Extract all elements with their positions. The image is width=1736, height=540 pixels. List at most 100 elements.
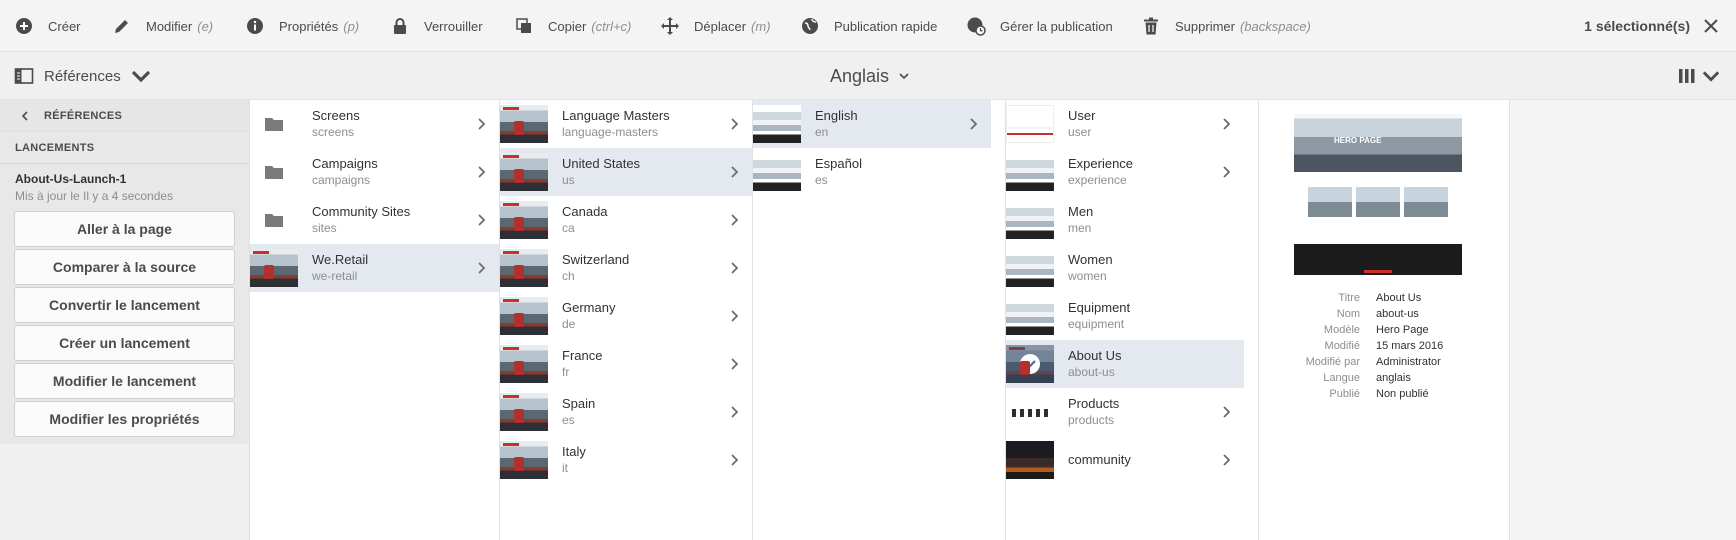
chevron-right-icon [1223, 166, 1231, 178]
column-countries: Language Masters language-masters United … [499, 100, 752, 540]
chevron-right-icon [731, 454, 739, 466]
delete-button[interactable]: Supprimer (backspace) [1141, 0, 1311, 52]
chevron-left-icon [21, 110, 28, 121]
column-item-italy[interactable]: Italy it [500, 436, 752, 484]
page-thumbnail [500, 297, 548, 335]
item-title: Screens [312, 108, 360, 123]
close-icon[interactable] [1702, 17, 1720, 35]
chevron-right-icon [1223, 454, 1231, 466]
column-pages: User user Experience experience Men men Wom… [1005, 100, 1258, 540]
column-item-united-states[interactable]: United States us [500, 148, 752, 196]
launches-section-title: LANCEMENTS [0, 132, 249, 164]
edit-properties-button[interactable]: Modifier les propriétés [14, 401, 235, 437]
meta-key: Langue [1323, 372, 1360, 384]
language-label: Anglais [830, 65, 890, 86]
page-thumbnail [1006, 249, 1054, 287]
create-label: Créer [48, 18, 81, 34]
view-switcher[interactable] [1678, 52, 1720, 100]
copy-shortcut-hint: (ctrl+c) [591, 18, 632, 34]
item-title: English [815, 108, 858, 123]
preview-hero-title: HERO PAGE [1334, 136, 1382, 145]
globe-icon [802, 18, 818, 34]
column-item-community[interactable]: community [1006, 436, 1244, 484]
page-thumbnail [753, 153, 801, 191]
column-item-switzerland[interactable]: Switzerland ch [500, 244, 752, 292]
item-name: products [1068, 413, 1115, 427]
column-item-spain[interactable]: Spain es [500, 388, 752, 436]
chevron-right-icon [731, 262, 739, 274]
column-item-france[interactable]: France fr [500, 340, 752, 388]
rail-toggle-button[interactable]: Références [14, 52, 161, 100]
column-item-about-us[interactable]: About Us about-us [1006, 340, 1244, 388]
item-title: We.Retail [312, 252, 369, 267]
copy-button[interactable]: Copier (ctrl+c) [514, 0, 631, 52]
move-button[interactable]: Déplacer (m) [660, 0, 771, 52]
page-thumbnail [1006, 441, 1054, 479]
language-selector[interactable]: Anglais [830, 52, 909, 100]
info-icon [247, 18, 263, 34]
meta-key: Titre [1338, 292, 1360, 304]
item-title: User [1068, 108, 1096, 123]
column-item-products[interactable]: Products products [1006, 388, 1244, 436]
chevron-down-icon [131, 70, 150, 83]
column-item-english[interactable]: English en [753, 100, 991, 148]
column-item-experience[interactable]: Experience experience [1006, 148, 1244, 196]
preview-card [1356, 187, 1400, 217]
chevron-right-icon [731, 118, 739, 130]
secondary-bar: Références Anglais [0, 52, 1736, 100]
edit-shortcut-hint: (e) [197, 18, 214, 34]
column-item-we-retail[interactable]: We.Retail we-retail [250, 244, 499, 292]
properties-button[interactable]: Propriétés (p) [245, 0, 359, 52]
column-item-community-sites[interactable]: Community Sites sites [250, 196, 499, 244]
column-item-user[interactable]: User user [1006, 100, 1244, 148]
convert-launch-button[interactable]: Convertir le lancement [14, 287, 235, 323]
column-item-women[interactable]: Women women [1006, 244, 1244, 292]
manage-publication-button[interactable]: Gérer la publication [966, 0, 1113, 52]
compare-to-source-button[interactable]: Comparer à la source [14, 249, 235, 285]
column-item-campaigns[interactable]: Campaigns campaigns [250, 148, 499, 196]
meta-key: Modifié [1324, 340, 1360, 352]
item-name: de [562, 317, 576, 331]
item-name: men [1068, 221, 1092, 235]
selection-count: 1 sélectionné(s) [1584, 18, 1690, 34]
column-item-germany[interactable]: Germany de [500, 292, 752, 340]
lock-button[interactable]: Verrouiller [390, 0, 483, 52]
item-title: Campaigns [312, 156, 378, 171]
column-item-equipment[interactable]: Equipment equipment [1006, 292, 1244, 340]
chevron-right-icon [1223, 118, 1231, 130]
go-to-page-button[interactable]: Aller à la page [14, 211, 235, 247]
properties-shortcut-hint: (p) [343, 18, 360, 34]
column-item-canada[interactable]: Canada ca [500, 196, 752, 244]
column-item-language-masters[interactable]: Language Masters language-masters [500, 100, 752, 148]
column-item-screens[interactable]: Screens screens [250, 100, 499, 148]
column-item-men[interactable]: Men men [1006, 196, 1244, 244]
references-back-link[interactable]: RÉFÉRENCES [0, 100, 249, 132]
edit-button[interactable]: Modifier (e) [112, 0, 213, 52]
edit-launch-button[interactable]: Modifier le lancement [14, 363, 235, 399]
preview-footer-bar [1364, 270, 1392, 273]
item-name: we-retail [312, 269, 358, 283]
page-thumbnail [500, 201, 548, 239]
create-button[interactable]: Créer [14, 0, 81, 52]
item-name: campaigns [312, 173, 371, 187]
item-name: women [1068, 269, 1107, 283]
meta-key: Nom [1336, 308, 1360, 320]
item-name: equipment [1068, 317, 1125, 331]
column-item-espanol[interactable]: Español es [753, 148, 1005, 196]
item-title: Español [815, 156, 862, 171]
chevron-right-icon [478, 166, 486, 178]
page-thumbnail [1006, 297, 1054, 335]
item-name: us [562, 173, 575, 187]
plus-circle-icon [16, 18, 32, 34]
move-shortcut-hint: (m) [751, 18, 771, 34]
meta-row: Publié Non publié [1259, 386, 1510, 402]
lock-label: Verrouiller [424, 18, 483, 34]
item-title: Spain [562, 396, 596, 411]
quick-publish-button[interactable]: Publication rapide [800, 0, 937, 52]
meta-value: 15 mars 2016 [1376, 340, 1444, 352]
move-label: Déplacer [694, 18, 747, 34]
copy-icon [516, 18, 531, 33]
create-launch-button[interactable]: Créer un lancement [14, 325, 235, 361]
copy-label: Copier [548, 18, 587, 34]
item-title: France [562, 348, 603, 363]
